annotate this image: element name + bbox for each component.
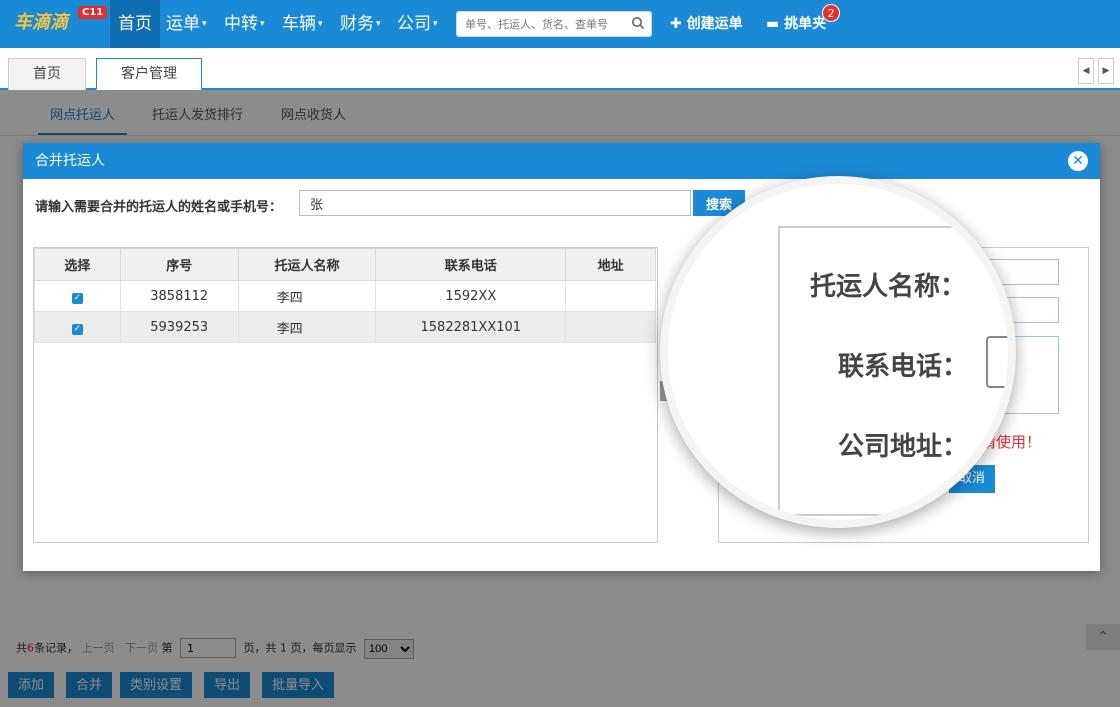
zoom-label-shipper-name: 托运人名称：	[810, 272, 967, 302]
row-shipper-name: 李四	[237, 280, 377, 312]
tab-home[interactable]: 首页	[8, 58, 86, 90]
chevron-down-icon: ▾	[202, 19, 207, 29]
zoom-label-address: 公司地址：	[838, 432, 969, 462]
zoom-phone-field	[986, 336, 1008, 388]
row-select-cell: ✓	[34, 311, 121, 343]
nav-waybill-label: 运单	[166, 14, 200, 34]
nav-vehicle[interactable]: 车辆 ▾	[282, 0, 323, 48]
dialog-title: 合并托运人	[23, 143, 1100, 179]
chevron-right-icon[interactable]: ▶	[1098, 58, 1114, 84]
search-icon[interactable]	[631, 16, 645, 30]
nav-transfer[interactable]: 中转 ▾	[224, 0, 265, 48]
nav-finance[interactable]: 财务 ▾	[340, 0, 381, 48]
nav-home-label: 首页	[118, 14, 152, 34]
col-shipper-name: 托运人名称	[237, 248, 377, 281]
row-phone: 1582281XX101	[375, 311, 567, 343]
chevron-left-icon[interactable]: ◀	[1078, 58, 1094, 84]
shipper-table: 选择 序号 托运人名称 联系电话 地址 ✓ 3858112 李四 1592XX …	[33, 247, 658, 543]
create-waybill-button[interactable]: ✚ 创建运单	[670, 0, 743, 48]
checkbox-checked-icon[interactable]: ✓	[71, 292, 83, 304]
nav-waybill[interactable]: 运单 ▾	[166, 0, 207, 48]
nav-transfer-label: 中转	[224, 14, 258, 34]
page-tabs: 首页 客户管理 ◀ ▶	[0, 48, 1120, 90]
nav-company-label: 公司	[397, 14, 431, 34]
folder-count-badge: 2	[822, 4, 840, 22]
tab-customer-management[interactable]: 客户管理	[96, 58, 202, 90]
row-phone: 1592XX	[375, 280, 567, 312]
row-select-cell: ✓	[34, 280, 121, 312]
zoom-label-phone: 联系电话：	[838, 352, 969, 382]
zoom-magnifier: 托运人名称： 联系电话： 公司地址：	[660, 176, 1016, 528]
close-icon[interactable]: ✕	[1068, 151, 1088, 171]
plus-icon: ✚	[670, 16, 687, 32]
col-address: 地址	[565, 248, 656, 281]
nav-home[interactable]: 首页	[110, 0, 160, 48]
shipper-search-label: 请输入需要合并的托运人的姓名或手机号：	[35, 200, 283, 215]
global-search-input[interactable]	[457, 12, 625, 36]
top-navbar: 车滴滴 C11 首页 运单▾ 中转▾ 车辆▾ 财务▾ 公司▾ ✚ 创建运单 ▬ …	[0, 0, 1120, 48]
pick-folder-label: 挑单夹	[784, 16, 827, 32]
nav-finance-label: 财务	[340, 14, 374, 34]
row-seq: 5939253	[119, 311, 239, 343]
checkbox-checked-icon[interactable]: ✓	[71, 323, 83, 335]
row-seq: 3858112	[119, 280, 239, 312]
zoom-content: 托运人名称： 联系电话： 公司地址：	[668, 184, 1008, 520]
create-waybill-label: 创建运单	[686, 16, 743, 32]
table-header-row: 选择 序号 托运人名称 联系电话 地址	[34, 248, 656, 281]
app-logo[interactable]: 车滴滴	[14, 6, 74, 40]
col-phone: 联系电话	[375, 248, 567, 281]
chevron-down-icon: ▾	[433, 19, 438, 29]
chevron-down-icon: ▾	[376, 19, 381, 29]
chevron-down-icon: ▾	[260, 19, 265, 29]
row-address	[565, 280, 656, 312]
nav-company[interactable]: 公司 ▾	[397, 0, 438, 48]
table-row[interactable]: ✓ 5939253 李四 1582281XX101	[34, 311, 656, 343]
row-shipper-name: 李四	[237, 311, 377, 343]
col-seq: 序号	[119, 248, 239, 281]
version-badge: C11	[78, 6, 108, 19]
folder-icon: ▬	[766, 16, 785, 32]
shipper-search-input[interactable]	[299, 190, 691, 216]
col-select: 选择	[34, 248, 121, 281]
chevron-down-icon: ▾	[318, 19, 323, 29]
nav-vehicle-label: 车辆	[282, 14, 316, 34]
row-address	[565, 311, 656, 343]
table-row[interactable]: ✓ 3858112 李四 1592XX	[34, 280, 656, 312]
pick-folder-button[interactable]: ▬ 挑单夹	[766, 0, 826, 48]
global-search	[456, 11, 652, 37]
